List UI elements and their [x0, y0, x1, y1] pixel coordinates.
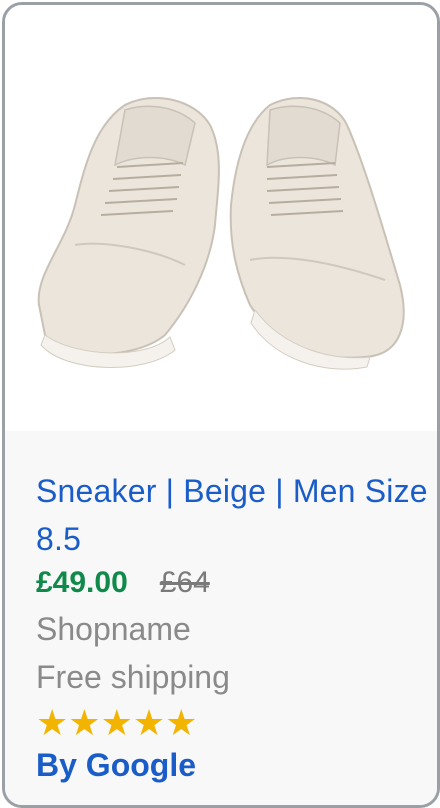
star-icon: ★ [165, 702, 198, 743]
product-title[interactable]: Sneaker | Beige | Men Size 8.5 [36, 467, 431, 563]
shipping-info: Free shipping [36, 659, 230, 695]
star-icon: ★ [132, 702, 166, 743]
product-card[interactable]: Sneaker | Beige | Men Size 8.5 £49.00 £6… [2, 2, 440, 808]
left-sneaker [37, 97, 220, 368]
shop-name: Shopname [36, 611, 191, 647]
star-icon: ★ [100, 702, 133, 743]
star-icon: ★ [36, 702, 69, 743]
price-row: £49.00 £64 [36, 561, 210, 605]
original-price: £64 [159, 566, 210, 599]
product-image[interactable] [5, 5, 437, 431]
by-google-label: By Google [36, 747, 197, 783]
current-price: £49.00 [36, 566, 128, 599]
star-icon: ★ [68, 702, 101, 743]
product-info: Sneaker | Beige | Men Size 8.5 £49.00 £6… [5, 431, 437, 805]
right-sneaker [229, 96, 405, 370]
rating-stars: ★ ★ ★ ★ ★ [36, 705, 197, 741]
sneakers-illustration [37, 96, 405, 370]
